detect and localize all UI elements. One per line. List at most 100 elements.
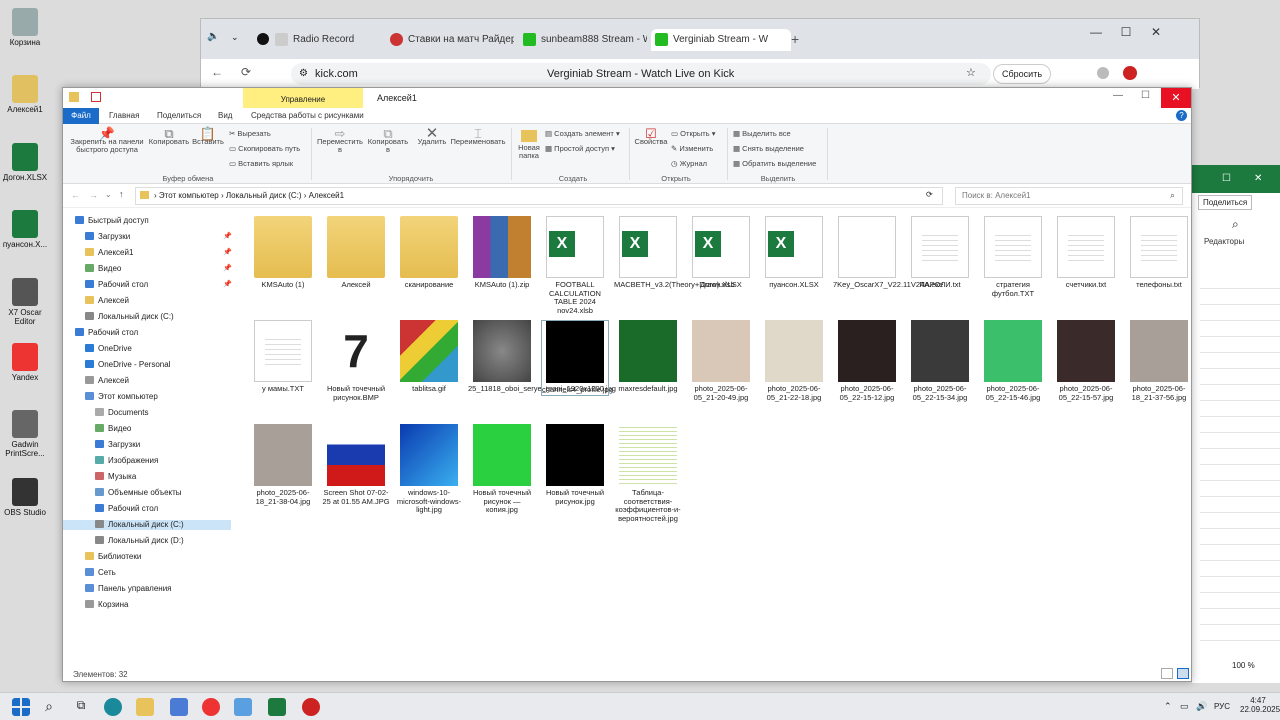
tab-file[interactable]: Файл xyxy=(63,108,99,124)
copy-button[interactable]: ⧉ Копировать xyxy=(147,127,191,146)
help-icon[interactable]: ? xyxy=(1176,110,1187,121)
sidebar-item[interactable]: Загрузки xyxy=(85,232,130,242)
tab-home[interactable]: Главная xyxy=(109,111,139,120)
file-item[interactable]: X Догон.XLSX xyxy=(687,216,755,290)
file-item[interactable]: windows-10-microsoft-windows-light.jpg xyxy=(395,424,463,515)
file-item[interactable]: 25_11818_oboi_serye_grani_1920x1200.jpg xyxy=(468,320,616,394)
tab-view[interactable]: Вид xyxy=(218,111,232,120)
yandex-icon[interactable] xyxy=(202,698,220,716)
properties-button[interactable]: ☑ Свойства xyxy=(633,127,669,146)
language-indicator[interactable]: РУС xyxy=(1214,702,1230,711)
open-button[interactable]: ▭ Открыть ▾ xyxy=(671,130,716,138)
pin-icon[interactable]: 📌 xyxy=(223,248,232,256)
chrome-icon[interactable] xyxy=(302,698,320,716)
history-button[interactable]: ◷ Журнал xyxy=(671,160,707,168)
manage-tab[interactable]: Управление xyxy=(243,88,363,108)
file-item[interactable]: photo_2025-06-18_21-38-04.jpg xyxy=(249,424,317,506)
file-item[interactable]: телефоны.txt xyxy=(1125,216,1193,290)
sidebar-item[interactable]: Рабочий стол xyxy=(85,280,148,290)
breadcrumb-current[interactable]: Алексей1 xyxy=(309,191,344,200)
desktop-icon[interactable]: пуансон.X... xyxy=(2,210,48,249)
close-button[interactable]: ✕ xyxy=(1141,19,1171,45)
back-icon[interactable]: ← xyxy=(71,190,80,200)
minimize-button[interactable]: — xyxy=(1081,19,1111,45)
desktop-icon[interactable]: Догон.XLSX xyxy=(2,143,48,182)
file-item[interactable]: maxresdefault.jpg xyxy=(614,320,682,394)
tab-picture-tools[interactable]: Средства работы с рисунками xyxy=(251,111,364,120)
explorer-icon[interactable] xyxy=(136,698,154,716)
details-view-icon[interactable] xyxy=(1161,668,1173,679)
tray-chevron-icon[interactable]: ⌃ xyxy=(1164,701,1172,712)
desktop-icon[interactable]: Gadwin PrintScre... xyxy=(2,410,48,458)
file-item[interactable]: Xпуансон.XLSX xyxy=(760,216,828,290)
sidebar-item[interactable]: Documents xyxy=(95,408,148,418)
desktop-icon[interactable]: Алексей1 xyxy=(2,75,48,114)
sidebar-item[interactable]: Музыка xyxy=(95,472,136,482)
close-button[interactable]: ✕ xyxy=(1161,88,1191,108)
clock[interactable]: 4:47 22.09.2025 xyxy=(1240,696,1280,714)
sidebar-item[interactable]: Изображения xyxy=(95,456,158,466)
excel-grid[interactable] xyxy=(1200,273,1280,653)
tab-verginiab[interactable]: Verginiab Stream - W xyxy=(651,29,791,51)
edit-button[interactable]: ✎ Изменить xyxy=(671,145,713,153)
pin-quick-access-button[interactable]: 📌 Закрепить на панели быстрого доступа xyxy=(67,127,147,154)
bookmark-star-icon[interactable]: ☆ xyxy=(966,66,976,79)
chevron-down-icon[interactable]: ⌄ xyxy=(105,190,112,199)
tab-radio-record[interactable]: Radio Record xyxy=(271,29,381,51)
file-item[interactable]: Новый точечный рисунок.jpg xyxy=(541,424,609,506)
sidebar-item[interactable]: OneDrive xyxy=(85,344,132,354)
tab-bets[interactable]: Ставки на матч Райдерс xyxy=(386,29,514,51)
new-item-button[interactable]: ▤ Создать элемент ▾ xyxy=(545,130,620,138)
site-info-icon[interactable]: ⚙ xyxy=(299,68,308,79)
maximize-button[interactable]: ☐ xyxy=(1222,173,1231,184)
sidebar-item[interactable]: OneDrive - Personal xyxy=(85,360,170,370)
sidebar-item[interactable]: Сеть xyxy=(85,568,116,578)
refresh-icon[interactable]: ⟳ xyxy=(241,65,251,79)
audio-icon[interactable]: 🔈 xyxy=(207,31,223,47)
file-item[interactable]: photo_2025-06-18_21-37-56.jpg xyxy=(1125,320,1193,402)
invert-selection-button[interactable]: ▦ Обратить выделение xyxy=(733,160,816,168)
file-item[interactable]: ПАРОЛИ.txt xyxy=(906,216,974,290)
file-item[interactable]: сканирование xyxy=(395,216,463,290)
forward-icon[interactable]: → xyxy=(89,190,98,200)
sidebar-item[interactable]: Локальный диск (C:) xyxy=(63,520,231,530)
sidebar-item[interactable]: Быстрый доступ xyxy=(75,216,149,226)
delete-button[interactable]: ✕ Удалить xyxy=(413,126,451,146)
maximize-button[interactable]: ☐ xyxy=(1141,90,1150,101)
up-icon[interactable]: ↑ xyxy=(119,189,124,199)
file-item[interactable]: Новый точечный рисунок — копия.jpg xyxy=(468,424,536,515)
large-icons-view-icon[interactable] xyxy=(1177,668,1189,679)
close-button[interactable]: ✕ xyxy=(1254,173,1262,184)
start-icon[interactable] xyxy=(12,698,30,716)
network-icon[interactable]: ▭ xyxy=(1180,701,1189,712)
search-input[interactable]: Поиск в: Алексей1 ⌕ xyxy=(955,187,1183,205)
privacy-icon[interactable] xyxy=(257,33,269,45)
new-tab-button[interactable]: + xyxy=(791,31,799,47)
file-item[interactable]: photo_2025-06-05_22-15-34.jpg xyxy=(906,320,974,402)
sidebar-item[interactable]: Объемные объекты xyxy=(95,488,182,498)
sidebar-item[interactable]: Локальный диск (C:) xyxy=(85,312,174,322)
file-item[interactable]: channels4_profile.jpg xyxy=(541,320,613,396)
desktop-icon[interactable]: Yandex xyxy=(2,343,48,382)
file-item[interactable]: у мамы.TXT xyxy=(249,320,317,394)
breadcrumb[interactable]: › Этот компьютер › Локальный диск (C:) ›… xyxy=(135,187,943,205)
file-item[interactable]: photo_2025-06-05_21-20-49.jpg xyxy=(687,320,755,402)
profile-avatar[interactable] xyxy=(1123,66,1137,80)
file-item[interactable]: 7 Новый точечный рисунок.BMP xyxy=(322,320,390,402)
file-item[interactable]: photo_2025-06-05_22-15-46.jpg xyxy=(979,320,1047,402)
sidebar-item[interactable]: Рабочий стол xyxy=(95,504,158,514)
search-icon[interactable]: ⌕ xyxy=(1232,217,1239,232)
volume-icon[interactable]: 🔊 xyxy=(1196,701,1207,712)
extensions-icon[interactable] xyxy=(1097,67,1109,79)
sidebar-item[interactable]: Алексей xyxy=(85,296,129,306)
file-item[interactable]: X FOOTBALL CALCULATION TABLE 2024 nov24.x… xyxy=(541,216,609,315)
sidebar-item[interactable]: Загрузки xyxy=(95,440,140,450)
file-item[interactable]: KMSAuto (1) xyxy=(249,216,317,290)
easy-access-button[interactable]: ▦ Простой доступ ▾ xyxy=(545,145,615,153)
sidebar-item[interactable]: Панель управления xyxy=(85,584,172,594)
file-item[interactable]: photo_2025-06-05_22-15-12.jpg xyxy=(833,320,901,402)
select-none-button[interactable]: ▦ Снять выделение xyxy=(733,145,804,153)
file-item[interactable]: tablitsa.gif xyxy=(395,320,463,394)
breadcrumb-disk-c[interactable]: Локальный диск (C:) xyxy=(226,191,302,200)
file-item[interactable]: счетчики.txt xyxy=(1052,216,1120,290)
